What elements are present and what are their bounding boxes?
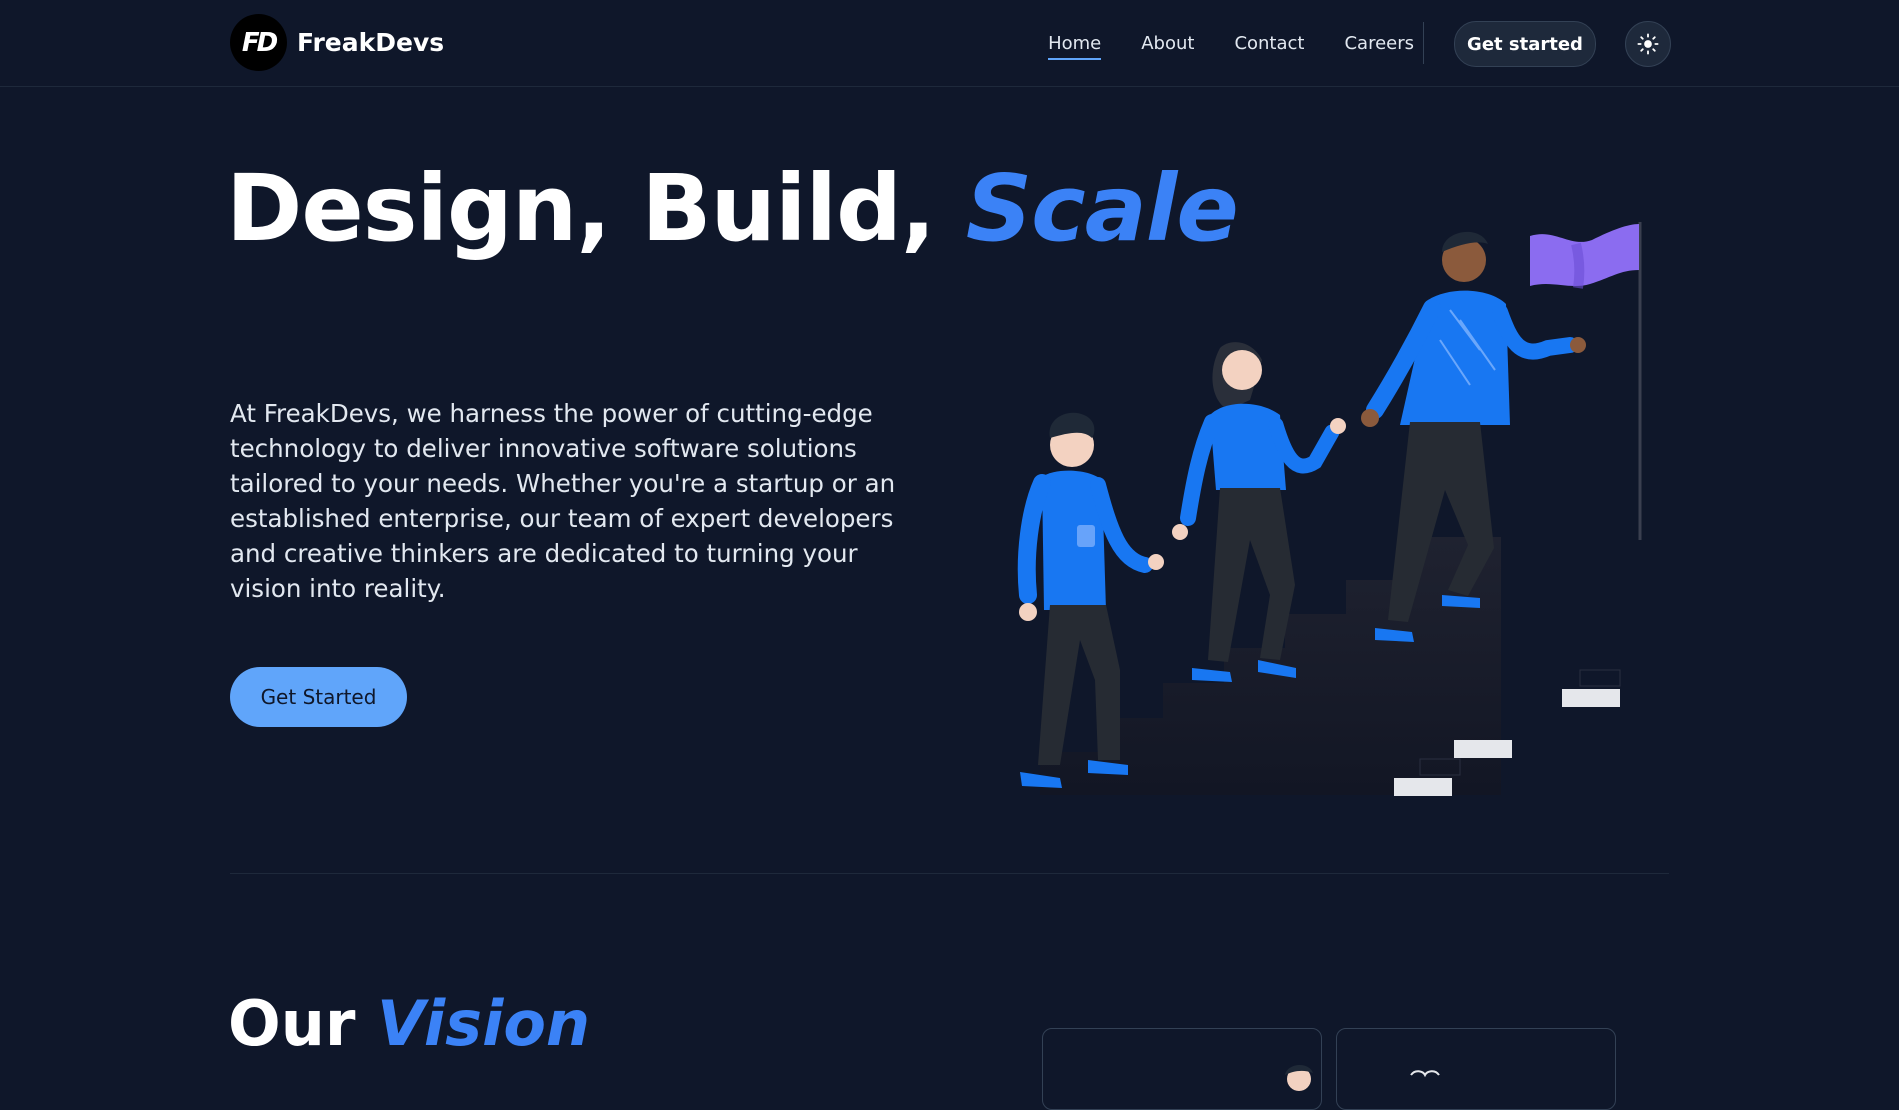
vision-card-illustration xyxy=(1285,1064,1313,1091)
theme-toggle-button[interactable] xyxy=(1625,21,1671,67)
team-climbing-stairs-illustration xyxy=(1017,222,1642,796)
nav-link-about[interactable]: About xyxy=(1141,27,1194,60)
nav-link-careers[interactable]: Careers xyxy=(1344,27,1414,60)
section-divider xyxy=(230,873,1669,874)
get-started-hero-button[interactable]: Get Started xyxy=(230,667,407,727)
sun-icon xyxy=(1637,33,1659,55)
hero-title-plain: Design, Build, xyxy=(226,155,966,262)
nav-link-home[interactable]: Home xyxy=(1048,27,1102,60)
nav-link-contact[interactable]: Contact xyxy=(1234,27,1304,60)
nav-divider xyxy=(1423,22,1424,64)
person-man-figure xyxy=(1361,231,1586,642)
vision-card-2 xyxy=(1336,1028,1616,1110)
hero-description: At FreakDevs, we harness the power of cu… xyxy=(230,399,896,603)
brand-logo-link[interactable]: FD FreakDevs xyxy=(230,14,444,71)
vision-title: Our Vision xyxy=(228,987,591,1060)
brand-name: FreakDevs xyxy=(297,28,445,57)
vision-title-plain: Our xyxy=(228,987,378,1060)
vision-title-accent: Vision xyxy=(377,987,591,1060)
nav-links: Home About Contact Careers xyxy=(1048,0,1414,86)
flag-icon xyxy=(1530,222,1642,540)
vision-card-icon xyxy=(1410,1070,1440,1078)
freakdevs-logo: FD xyxy=(230,14,287,71)
vision-card-1 xyxy=(1042,1028,1322,1110)
get-started-nav-button[interactable]: Get started xyxy=(1454,21,1596,67)
top-navbar: FD FreakDevs Home About Contact Careers … xyxy=(0,0,1899,87)
